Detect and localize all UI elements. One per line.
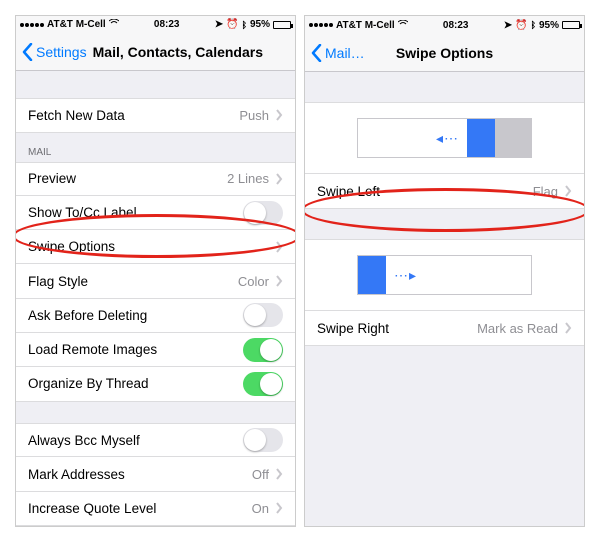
cell-label: Show To/Cc Label — [28, 205, 243, 220]
arrow-left-icon: ◂⋯ — [428, 130, 467, 147]
toggle-ask-delete[interactable] — [243, 303, 283, 327]
alarm-icon: ⏰ — [515, 20, 527, 31]
cell-value: Push — [239, 108, 269, 123]
chevron-left-icon — [311, 44, 323, 62]
cell-label: Ask Before Deleting — [28, 308, 243, 323]
chevron-right-icon — [564, 185, 572, 197]
location-icon: ➤ — [504, 20, 512, 31]
alarm-icon: ⏰ — [226, 19, 238, 30]
chevron-right-icon — [564, 322, 572, 334]
arrow-right-icon: ⋯▸ — [386, 267, 425, 284]
battery-pct: 95% — [250, 19, 270, 30]
row-ask-delete[interactable]: Ask Before Deleting — [16, 299, 295, 333]
settings-screen: AT&T M-Cell 08:23 ➤ ⏰ ᛒ 95% Settings Mai… — [15, 15, 296, 527]
toggle-load-images[interactable] — [243, 338, 283, 362]
location-icon: ➤ — [215, 19, 223, 30]
chevron-right-icon — [275, 241, 283, 253]
status-bar: AT&T M-Cell 08:23 ➤ ⏰ ᛒ 95% — [305, 16, 584, 34]
battery-pct: 95% — [539, 20, 559, 31]
cell-label: Organize By Thread — [28, 376, 243, 391]
back-label: Settings — [36, 44, 87, 60]
row-swipe-options[interactable]: Swipe Options — [16, 230, 295, 264]
row-quote-level[interactable]: Increase Quote Level On — [16, 492, 295, 526]
nav-bar: Settings Mail, Contacts, Calendars — [16, 34, 295, 71]
cell-value: Mark as Read — [477, 321, 558, 336]
carrier-label: AT&T M-Cell — [47, 19, 106, 30]
clock: 08:23 — [443, 20, 469, 31]
chevron-right-icon — [275, 173, 283, 185]
clock: 08:23 — [154, 19, 180, 30]
cell-label: Preview — [28, 171, 227, 186]
section-header-mail: MAIL — [16, 133, 295, 162]
cell-value: Flag — [533, 184, 558, 199]
cell-value: 2 Lines — [227, 171, 269, 186]
cell-value: Off — [252, 467, 269, 482]
cell-label: Load Remote Images — [28, 342, 243, 357]
row-preview[interactable]: Preview 2 Lines — [16, 162, 295, 196]
cell-label: Mark Addresses — [28, 467, 252, 482]
chevron-right-icon — [275, 275, 283, 287]
row-bcc[interactable]: Always Bcc Myself — [16, 423, 295, 457]
row-swipe-left[interactable]: Swipe Left Flag — [305, 174, 584, 209]
cell-label: Fetch New Data — [28, 108, 239, 123]
swipe-left-preview: ◂⋯ — [305, 102, 584, 174]
cell-value: Color — [238, 274, 269, 289]
cell-label: Flag Style — [28, 274, 238, 289]
back-label: Mail… — [325, 45, 365, 61]
chevron-right-icon — [275, 109, 283, 121]
cell-label: Swipe Left — [317, 184, 533, 199]
toggle-show-tocc[interactable] — [243, 201, 283, 225]
row-mark-addresses[interactable]: Mark Addresses Off — [16, 457, 295, 491]
bluetooth-icon: ᛒ — [531, 20, 536, 30]
signal-dots — [309, 23, 333, 27]
back-button[interactable]: Settings — [22, 43, 87, 61]
row-show-tocc[interactable]: Show To/Cc Label — [16, 196, 295, 230]
chevron-right-icon — [275, 468, 283, 480]
page-title: Swipe Options — [396, 45, 493, 61]
row-load-images[interactable]: Load Remote Images — [16, 333, 295, 367]
cell-value: On — [252, 501, 269, 516]
page-title: Mail, Contacts, Calendars — [93, 44, 263, 60]
signal-dots — [20, 23, 44, 27]
cell-label: Swipe Right — [317, 321, 477, 336]
swipe-options-screen: AT&T M-Cell 08:23 ➤ ⏰ ᛒ 95% Mail… Swipe … — [304, 15, 585, 527]
wifi-icon — [109, 19, 119, 30]
bluetooth-icon: ᛒ — [242, 20, 247, 30]
row-fetch-data[interactable]: Fetch New Data Push — [16, 98, 295, 132]
toggle-bcc[interactable] — [243, 428, 283, 452]
chevron-right-icon — [275, 502, 283, 514]
chevron-left-icon — [22, 43, 34, 61]
cell-label: Swipe Options — [28, 239, 269, 254]
battery-icon — [273, 21, 291, 29]
wifi-icon — [398, 20, 408, 31]
row-flag-style[interactable]: Flag Style Color — [16, 264, 295, 298]
battery-icon — [562, 21, 580, 29]
row-organize-thread[interactable]: Organize By Thread — [16, 367, 295, 401]
back-button[interactable]: Mail… — [311, 44, 365, 62]
toggle-organize-thread[interactable] — [243, 372, 283, 396]
row-swipe-right[interactable]: Swipe Right Mark as Read — [305, 311, 584, 346]
status-bar: AT&T M-Cell 08:23 ➤ ⏰ ᛒ 95% — [16, 16, 295, 34]
nav-bar: Mail… Swipe Options — [305, 34, 584, 72]
swipe-right-preview: ⋯▸ — [305, 239, 584, 311]
cell-label: Always Bcc Myself — [28, 433, 243, 448]
cell-label: Increase Quote Level — [28, 501, 252, 516]
carrier-label: AT&T M-Cell — [336, 20, 395, 31]
